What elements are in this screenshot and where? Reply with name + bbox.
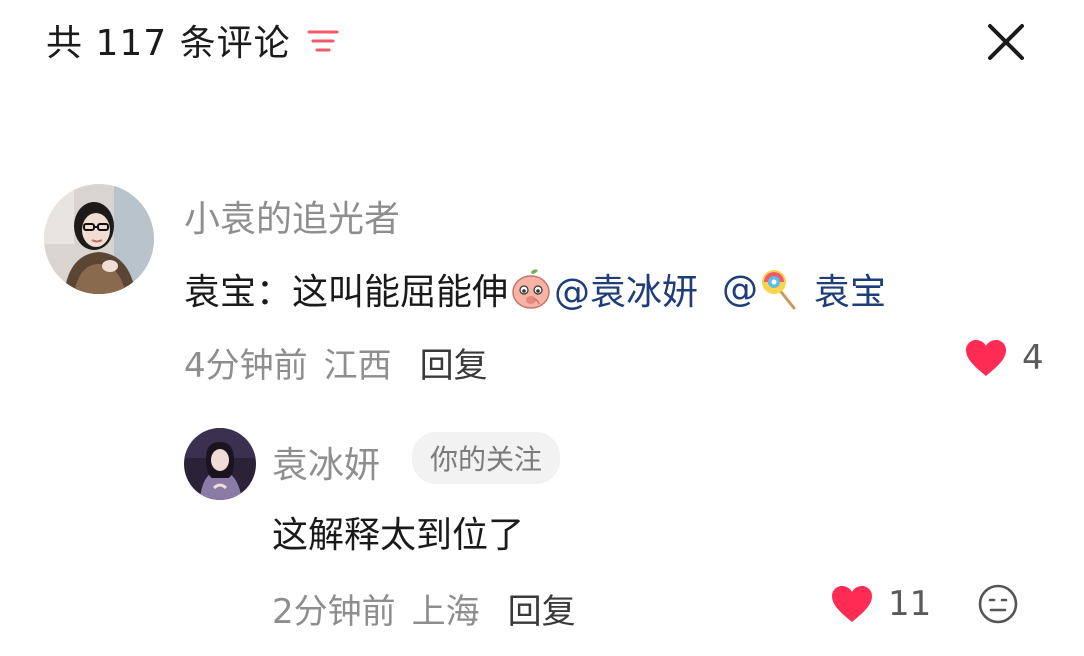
like-button[interactable]: 4 [964, 338, 1044, 378]
lollipop-emoji [758, 266, 804, 312]
comment-meta: 4分钟前 江西 回复 [184, 338, 488, 387]
like-button[interactable]: 11 [830, 584, 931, 624]
reply-button[interactable]: 回复 [420, 338, 488, 387]
comment-text: 袁宝：这叫能屈能伸 [184, 272, 509, 313]
comment-time: 4分钟前 [184, 346, 308, 386]
like-count: 11 [888, 584, 932, 624]
comment-username[interactable]: 小袁的追光者 [184, 190, 400, 242]
comment-content: 袁宝：这叫能屈能伸 @袁冰妍 @ 袁宝 [184, 263, 886, 315]
mention-link[interactable]: 袁宝 [814, 263, 886, 315]
emoji-reaction-button[interactable] [976, 582, 1020, 626]
avatar[interactable] [44, 184, 154, 294]
comments-header: 共 117 条评论 [46, 14, 341, 66]
heart-icon [966, 340, 1006, 376]
reply-content: 这解释太到位了 [272, 506, 524, 558]
filter-lines-icon[interactable] [305, 22, 341, 58]
reply-text: 这解释太到位了 [272, 515, 525, 556]
reply-time: 2分钟前 [272, 592, 396, 632]
like-count: 4 [1022, 338, 1044, 378]
reply-username[interactable]: 袁冰妍 [272, 436, 380, 488]
comment-location: 江西 [323, 346, 392, 386]
comment-count-title: 共 117 条评论 [46, 23, 291, 64]
mention-link[interactable]: @袁冰妍 [554, 263, 698, 315]
reply-meta: 2分钟前 上海 回复 [272, 584, 576, 633]
close-icon [988, 24, 1024, 60]
heart-icon [832, 586, 872, 622]
peach-face-emoji [508, 266, 554, 312]
following-badge: 你的关注 [412, 432, 561, 484]
mention-at-symbol[interactable]: @ [722, 269, 758, 310]
reply-button[interactable]: 回复 [508, 584, 576, 633]
close-button[interactable] [982, 18, 1030, 66]
emoji-face-icon [978, 584, 1018, 624]
comments-panel: 共 117 条评论 小袁的追光者 袁宝：这叫能屈能伸 @袁冰妍 @ 袁宝 4分钟… [0, 0, 1084, 656]
reply-location: 上海 [411, 592, 480, 632]
avatar[interactable] [184, 428, 256, 500]
